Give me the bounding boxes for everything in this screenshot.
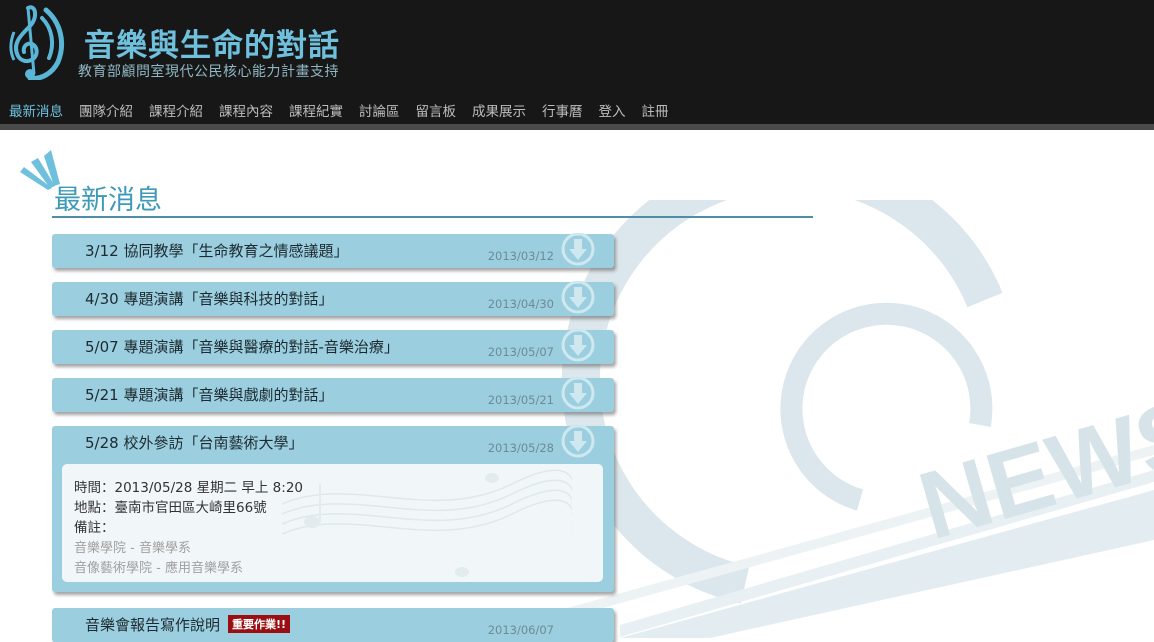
news-item[interactable]: 3/12 協同教學「生命教育之情感議題」 2013/03/12 — [52, 233, 614, 268]
news-item[interactable]: 5/21 專題演講「音樂與戲劇的對話」 2013/05/21 — [52, 377, 614, 412]
news-item-date: 2013/06/07 — [487, 623, 554, 637]
nav-item-news[interactable]: 最新消息 — [9, 100, 63, 120]
nav-item-course-records[interactable]: 課程紀實 — [289, 100, 343, 120]
news-item-expanded[interactable]: 5/28 校外參訪「台南藝術大學」 2013/05/28 時間：2013/05/… — [52, 425, 614, 592]
news-item-title[interactable]: 4/30 專題演講「音樂與科技的對話」 — [85, 288, 333, 309]
news-detail-panel: 時間：2013/05/28 星期二 早上 8:20 地點：臺南市官田區大崎里66… — [62, 464, 603, 582]
important-badge: 重要作業!! — [228, 615, 291, 633]
news-item[interactable]: 5/07 專題演講「音樂與醫療的對話-音樂治療」 2013/05/07 — [52, 329, 614, 364]
site-logo[interactable] — [6, 2, 72, 80]
site-title[interactable]: 音樂與生命的對話 — [84, 20, 340, 65]
nav-item-team[interactable]: 團隊介紹 — [79, 100, 133, 120]
detail-link-applied-music-dept[interactable]: 音像藝術學院 - 應用音樂學系 — [74, 557, 243, 576]
news-item-title[interactable]: 5/07 專題演講「音樂與醫療的對話-音樂治療」 — [85, 336, 399, 357]
heading-divider — [52, 216, 813, 218]
news-item-date: 2013/05/28 — [487, 441, 554, 455]
download-arrow-icon[interactable] — [560, 329, 596, 363]
news-item-title[interactable]: 音樂會報告寫作說明 重要作業!! — [85, 614, 291, 635]
nav-item-register[interactable]: 註冊 — [642, 100, 669, 120]
news-item-title[interactable]: 3/12 協同教學「生命教育之情感議題」 — [85, 240, 348, 261]
news-background-art: NEWS 音樂與生命的對話 — [560, 200, 1154, 638]
main-nav: 最新消息 團隊介紹 課程介紹 課程內容 課程紀實 討論區 留言板 成果展示 行事… — [9, 100, 685, 120]
nav-item-course-intro[interactable]: 課程介紹 — [149, 100, 203, 120]
site-header: 音樂與生命的對話 教育部顧問室現代公民核心能力計畫支持 最新消息 團隊介紹 課程… — [0, 0, 1154, 124]
news-item-date: 2013/05/07 — [487, 345, 554, 359]
news-item-title[interactable]: 5/21 專題演講「音樂與戲劇的對話」 — [85, 384, 333, 405]
nav-item-calendar[interactable]: 行事曆 — [542, 100, 583, 120]
news-item[interactable]: 4/30 專題演講「音樂與科技的對話」 2013/04/30 — [52, 281, 614, 316]
detail-note-label: 備註： — [74, 520, 115, 536]
nav-item-guestbook[interactable]: 留言板 — [416, 100, 457, 120]
download-arrow-icon[interactable] — [560, 377, 596, 411]
news-item-date: 2013/05/21 — [487, 393, 554, 407]
nav-item-login[interactable]: 登入 — [599, 100, 626, 120]
detail-place: 地點：臺南市官田區大崎里66號 — [74, 500, 267, 516]
nav-item-forum[interactable]: 討論區 — [359, 100, 400, 120]
news-item-date: 2013/03/12 — [487, 249, 554, 263]
download-arrow-icon[interactable] — [560, 281, 596, 315]
music-notes-decoration — [281, 469, 572, 577]
site-subtitle: 教育部顧問室現代公民核心能力計畫支持 — [78, 64, 339, 80]
header-divider — [0, 124, 1154, 130]
news-item-title-text[interactable]: 音樂會報告寫作說明 — [85, 616, 220, 634]
news-item[interactable]: 音樂會報告寫作說明 重要作業!! 2013/06/07 — [52, 608, 614, 642]
nav-item-showcase[interactable]: 成果展示 — [472, 100, 526, 120]
detail-time: 時間：2013/05/28 星期二 早上 8:20 — [74, 480, 303, 496]
news-item-title[interactable]: 5/28 校外參訪「台南藝術大學」 — [85, 432, 303, 453]
news-item-date: 2013/04/30 — [487, 297, 554, 311]
download-arrow-icon[interactable] — [560, 425, 596, 459]
nav-item-course-content[interactable]: 課程內容 — [219, 100, 273, 120]
download-arrow-icon[interactable] — [560, 233, 596, 267]
page-heading: 最新消息 — [54, 185, 162, 216]
detail-link-music-dept[interactable]: 音樂學院 - 音樂學系 — [74, 537, 191, 556]
